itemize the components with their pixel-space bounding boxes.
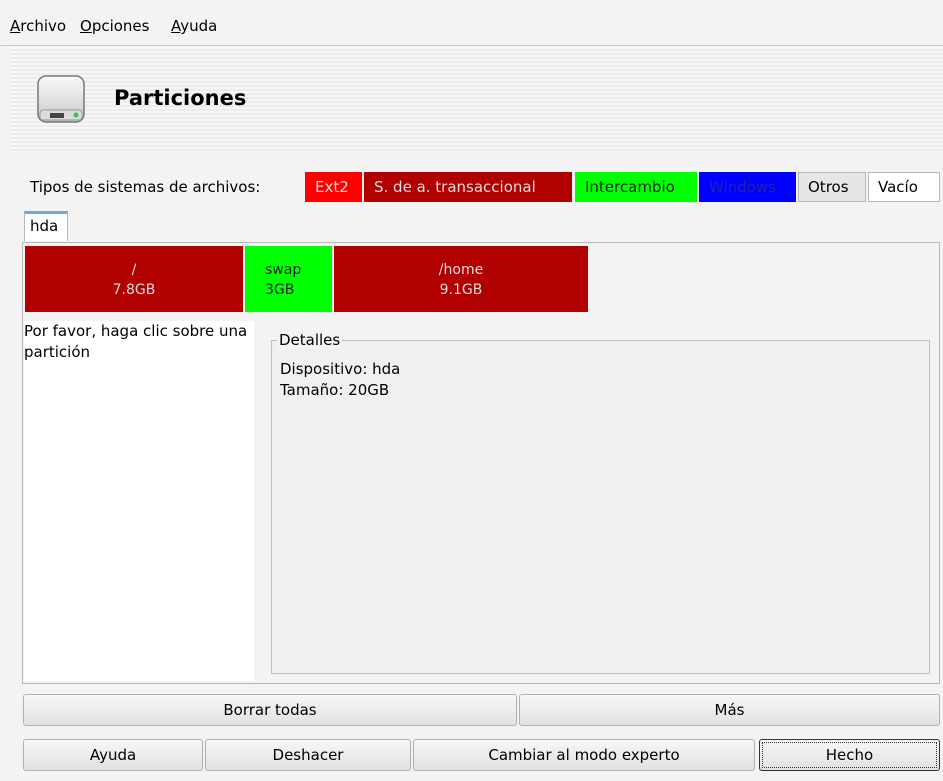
legend-windows: Windows: [699, 172, 796, 202]
expert-mode-button[interactable]: Cambiar al modo experto: [413, 739, 755, 771]
menu-opciones[interactable]: Opciones: [80, 17, 149, 35]
detail-size: Tamaño: 20GB: [280, 381, 390, 399]
menu-bar: Archivo Opciones Ayuda: [0, 0, 943, 46]
partition-hint: Por favor, haga clic sobre una partición: [24, 321, 254, 681]
partition-root[interactable]: / 7.8GB: [25, 246, 244, 312]
details-title: Detalles: [277, 331, 343, 349]
fs-types-label: Tipos de sistemas de archivos:: [30, 178, 261, 196]
partition-mount: /home: [438, 262, 484, 278]
delete-all-button[interactable]: Borrar todas: [23, 694, 517, 726]
undo-button[interactable]: Deshacer: [205, 739, 411, 771]
legend-ext2: Ext2: [305, 172, 362, 202]
legend-journaled: S. de a. transaccional: [364, 172, 572, 202]
detail-device: Dispositivo: hda: [280, 360, 401, 378]
partition-size: 3GB: [265, 282, 295, 298]
legend-other: Otros: [798, 172, 866, 202]
more-button[interactable]: Más: [519, 694, 940, 726]
partition-size: 7.8GB: [112, 282, 156, 298]
menu-ayuda[interactable]: Ayuda: [171, 17, 217, 35]
page-title: Particiones: [114, 86, 247, 110]
partition-home[interactable]: /home 9.1GB: [334, 246, 589, 312]
partition-size: 9.1GB: [439, 282, 483, 298]
hard-drive-icon: [37, 75, 85, 123]
partition-mount: swap: [265, 262, 302, 278]
tab-hda[interactable]: hda: [24, 211, 68, 241]
partition-swap[interactable]: swap 3GB: [245, 246, 333, 312]
legend-empty: Vacío: [868, 172, 940, 202]
help-button[interactable]: Ayuda: [23, 739, 203, 771]
menu-archivo[interactable]: Archivo: [10, 17, 66, 35]
done-button[interactable]: Hecho: [759, 739, 940, 771]
partition-mount: /: [131, 262, 137, 278]
legend-swap: Intercambio: [575, 172, 697, 202]
